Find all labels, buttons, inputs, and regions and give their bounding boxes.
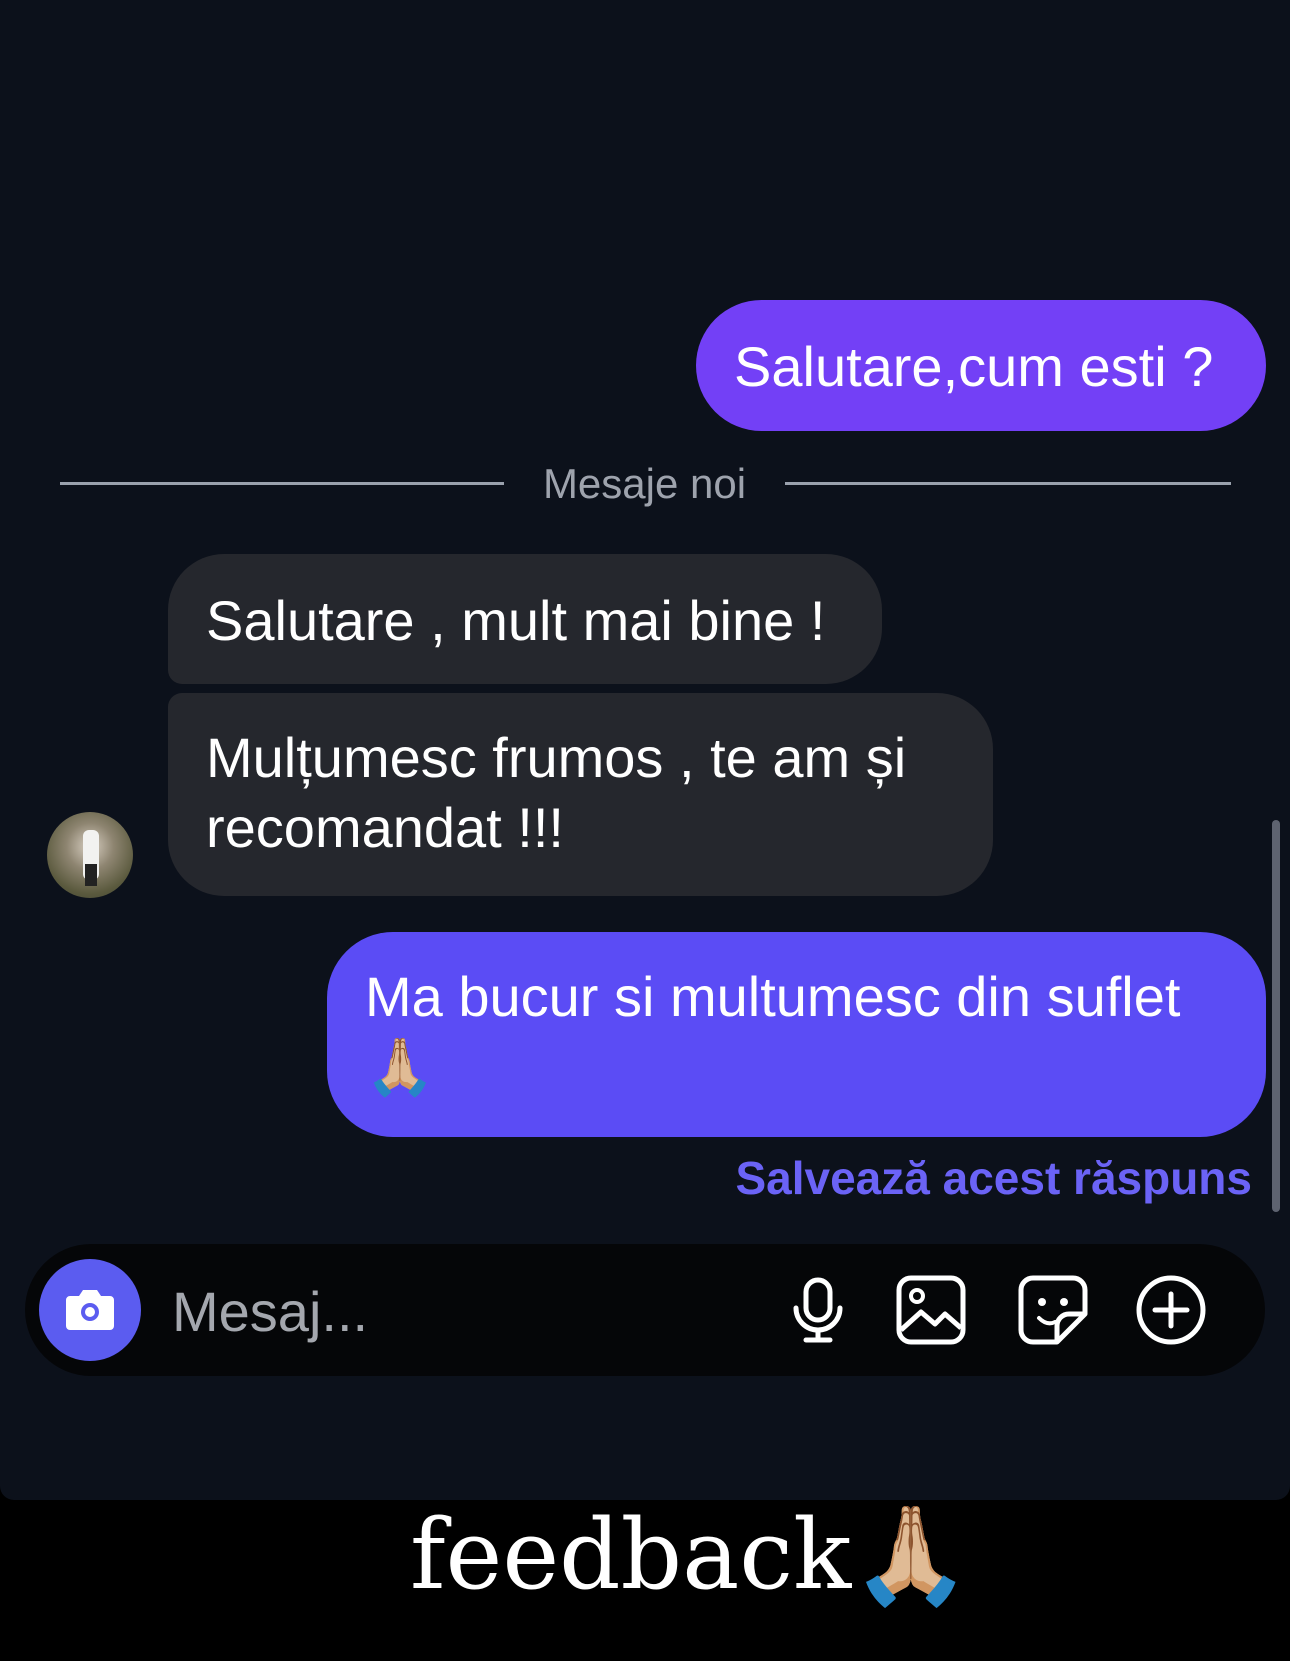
camera-icon xyxy=(66,1290,114,1330)
divider-line xyxy=(785,482,1231,485)
divider-line xyxy=(60,482,504,485)
camera-button[interactable] xyxy=(39,1259,141,1361)
caption-text: feedback xyxy=(410,1499,852,1611)
microphone-icon[interactable] xyxy=(780,1272,856,1348)
outgoing-message[interactable]: Ma bucur si multumesc din suflet 🙏🏼 xyxy=(327,932,1266,1137)
message-text: Salutare , mult mai bine ! xyxy=(206,589,826,652)
incoming-message[interactable]: Mulțumesc frumos , te am și recomandat !… xyxy=(168,693,993,896)
scrollbar[interactable] xyxy=(1272,820,1280,1212)
caption: feedback🙏🏼 xyxy=(410,1500,971,1610)
new-messages-divider: Mesaje noi xyxy=(542,460,747,507)
praying-hands-emoji: 🙏🏼 xyxy=(851,1499,971,1611)
gallery-icon[interactable] xyxy=(893,1272,969,1348)
sticker-icon[interactable] xyxy=(1015,1272,1091,1348)
avatar[interactable] xyxy=(47,812,133,898)
chat-screen: Salutare,cum esti ? Mesaje noi Salutare … xyxy=(0,0,1290,1500)
praying-hands-emoji: 🙏🏼 xyxy=(365,1035,435,1100)
message-composer xyxy=(25,1244,1265,1376)
plus-circle-icon[interactable] xyxy=(1133,1272,1209,1348)
message-text: Salutare,cum esti ? xyxy=(734,335,1214,398)
message-input[interactable] xyxy=(170,1274,694,1348)
outgoing-message[interactable]: Salutare,cum esti ? xyxy=(696,300,1266,431)
message-text: Ma bucur si multumesc din suflet xyxy=(365,965,1181,1028)
message-text: Mulțumesc frumos , te am și recomandat !… xyxy=(206,726,907,859)
incoming-message[interactable]: Salutare , mult mai bine ! xyxy=(168,554,882,684)
save-reply-link[interactable]: Salvează acest răspuns xyxy=(735,1148,1252,1208)
